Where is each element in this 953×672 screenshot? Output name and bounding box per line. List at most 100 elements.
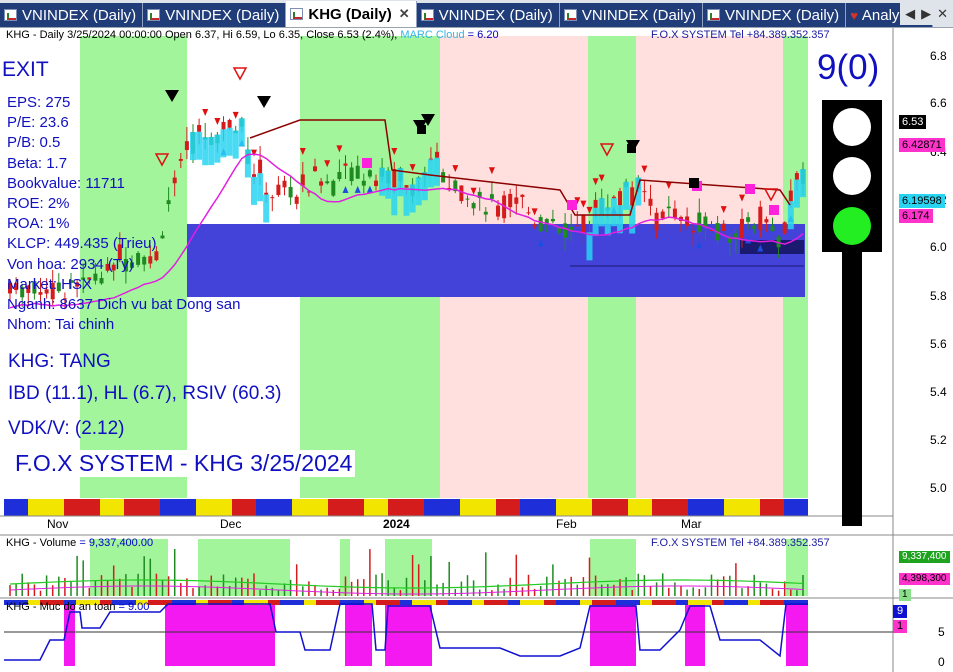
signal-strip-cell — [412, 499, 424, 516]
signal-strip-cell — [364, 499, 376, 516]
signal-strip-cell — [328, 499, 340, 516]
signal-strip-cell — [664, 499, 676, 516]
candle-body — [355, 165, 360, 179]
safety-strip-cell — [316, 600, 328, 605]
marc-cloud — [604, 207, 611, 236]
x-axis-label: Dec — [220, 517, 242, 531]
signal-strip-cell — [736, 499, 748, 516]
signal-strip-cell — [772, 499, 784, 516]
signal-strip-cell — [472, 499, 484, 516]
signal-strip-cell — [52, 499, 64, 516]
safety-strip-cell — [652, 600, 664, 605]
signal-strip-cell — [448, 499, 460, 516]
safety-strip-cell — [592, 600, 604, 605]
safety-strip-cell — [604, 600, 616, 605]
safety-strip-cell — [736, 600, 748, 605]
signal-strip-cell — [208, 499, 220, 516]
safety-strip-cell — [724, 600, 736, 605]
candle-body — [764, 219, 769, 223]
candle-body — [160, 235, 165, 239]
candle-body — [489, 194, 494, 199]
magenta-marker — [745, 184, 755, 194]
safety-strip-cell — [148, 600, 160, 605]
x-axis-label: Feb — [556, 517, 577, 531]
signal-strip-cell — [436, 499, 448, 516]
fundamental-item: Nganh: 8637 Dich vu bat Dong san — [7, 296, 241, 313]
signal-strip-cell — [400, 499, 412, 516]
marc-cloud — [397, 168, 404, 197]
candle-body — [782, 222, 787, 234]
safety-strip-cell — [376, 600, 388, 605]
safety-strip-cell — [664, 600, 676, 605]
signal-counter: 9(0) — [817, 48, 880, 87]
signal-strip-cell — [724, 499, 736, 516]
signal-strip-cell — [352, 499, 364, 516]
candle-body — [221, 121, 226, 130]
safety-strip-cell — [760, 600, 772, 605]
safety-strip-cell — [280, 600, 292, 605]
safety-strip-cell — [568, 600, 580, 605]
marc-cloud — [617, 205, 623, 234]
candle-body — [514, 197, 519, 204]
safety-strip-cell — [580, 600, 592, 605]
safety-strip-cell — [424, 600, 436, 605]
candle-body — [654, 212, 659, 231]
candle-body — [166, 200, 171, 205]
signal-strip-cell — [196, 499, 208, 516]
signal-strip-cell — [640, 499, 652, 516]
marc-cloud — [196, 131, 203, 160]
x-axis-label: 2024 — [383, 517, 410, 531]
fundamental-item: KLCP: 449.435 (Trieu) — [7, 235, 157, 253]
safety-strip-cell — [532, 600, 544, 605]
safety-strip-cell — [436, 600, 448, 605]
signal-strip-cell — [280, 499, 292, 516]
candle-body — [672, 208, 677, 218]
candle-body — [770, 226, 775, 231]
signal-strip-cell — [592, 499, 604, 516]
signal-strip-cell — [220, 499, 232, 516]
marc-cloud — [610, 198, 617, 227]
candle-body — [374, 180, 378, 187]
y-tick-label: 5.8 — [930, 289, 947, 303]
signal-strip-cell — [100, 499, 112, 516]
signal-strip-cell — [40, 499, 52, 516]
exit-signal: EXIT — [2, 58, 49, 81]
safety-strip-cell — [388, 600, 400, 605]
candle-body — [93, 273, 98, 281]
fundamental-item: Market: HSX — [7, 275, 93, 293]
signal-strip-cell — [796, 499, 808, 516]
trend-label: KHG: TANG — [8, 351, 111, 372]
magenta-marker — [769, 205, 779, 215]
marc-cloud — [415, 177, 422, 206]
marc-cloud — [214, 134, 221, 163]
marc-cloud — [379, 167, 386, 196]
fundamental-item: Bookvalue: 11711 — [7, 174, 125, 192]
marc-cloud — [251, 176, 257, 205]
signal-strip-cell — [748, 499, 760, 516]
price-tag: 6.42871 — [899, 138, 945, 152]
safety-strip-cell — [688, 600, 700, 605]
marc-cloud — [257, 173, 264, 202]
safety-tag: 9 — [893, 605, 908, 618]
safety-strip-cell — [292, 600, 304, 605]
signal-strip-cell — [628, 499, 640, 516]
marc-cloud — [403, 187, 410, 216]
signal-strip-cell — [676, 499, 688, 516]
candle-body — [325, 181, 330, 184]
y-tick-label: 6.0 — [930, 240, 947, 254]
candle-body — [142, 256, 147, 265]
signal-strip-cell — [244, 499, 256, 516]
candle-body — [740, 218, 744, 239]
marc-cloud — [793, 179, 800, 208]
safety-strip-cell — [544, 600, 556, 605]
traffic-light-top — [833, 108, 871, 146]
signal-strip-cell — [148, 499, 160, 516]
candle-body — [294, 196, 299, 204]
fundamental-item: P/E: 23.6 — [7, 114, 69, 132]
candle-body — [258, 159, 263, 174]
signal-strip-cell — [556, 499, 568, 516]
signal-strip-cell — [712, 499, 724, 516]
candle-body — [148, 256, 153, 264]
candle-body — [154, 251, 159, 261]
chart-canvas[interactable] — [0, 0, 953, 672]
